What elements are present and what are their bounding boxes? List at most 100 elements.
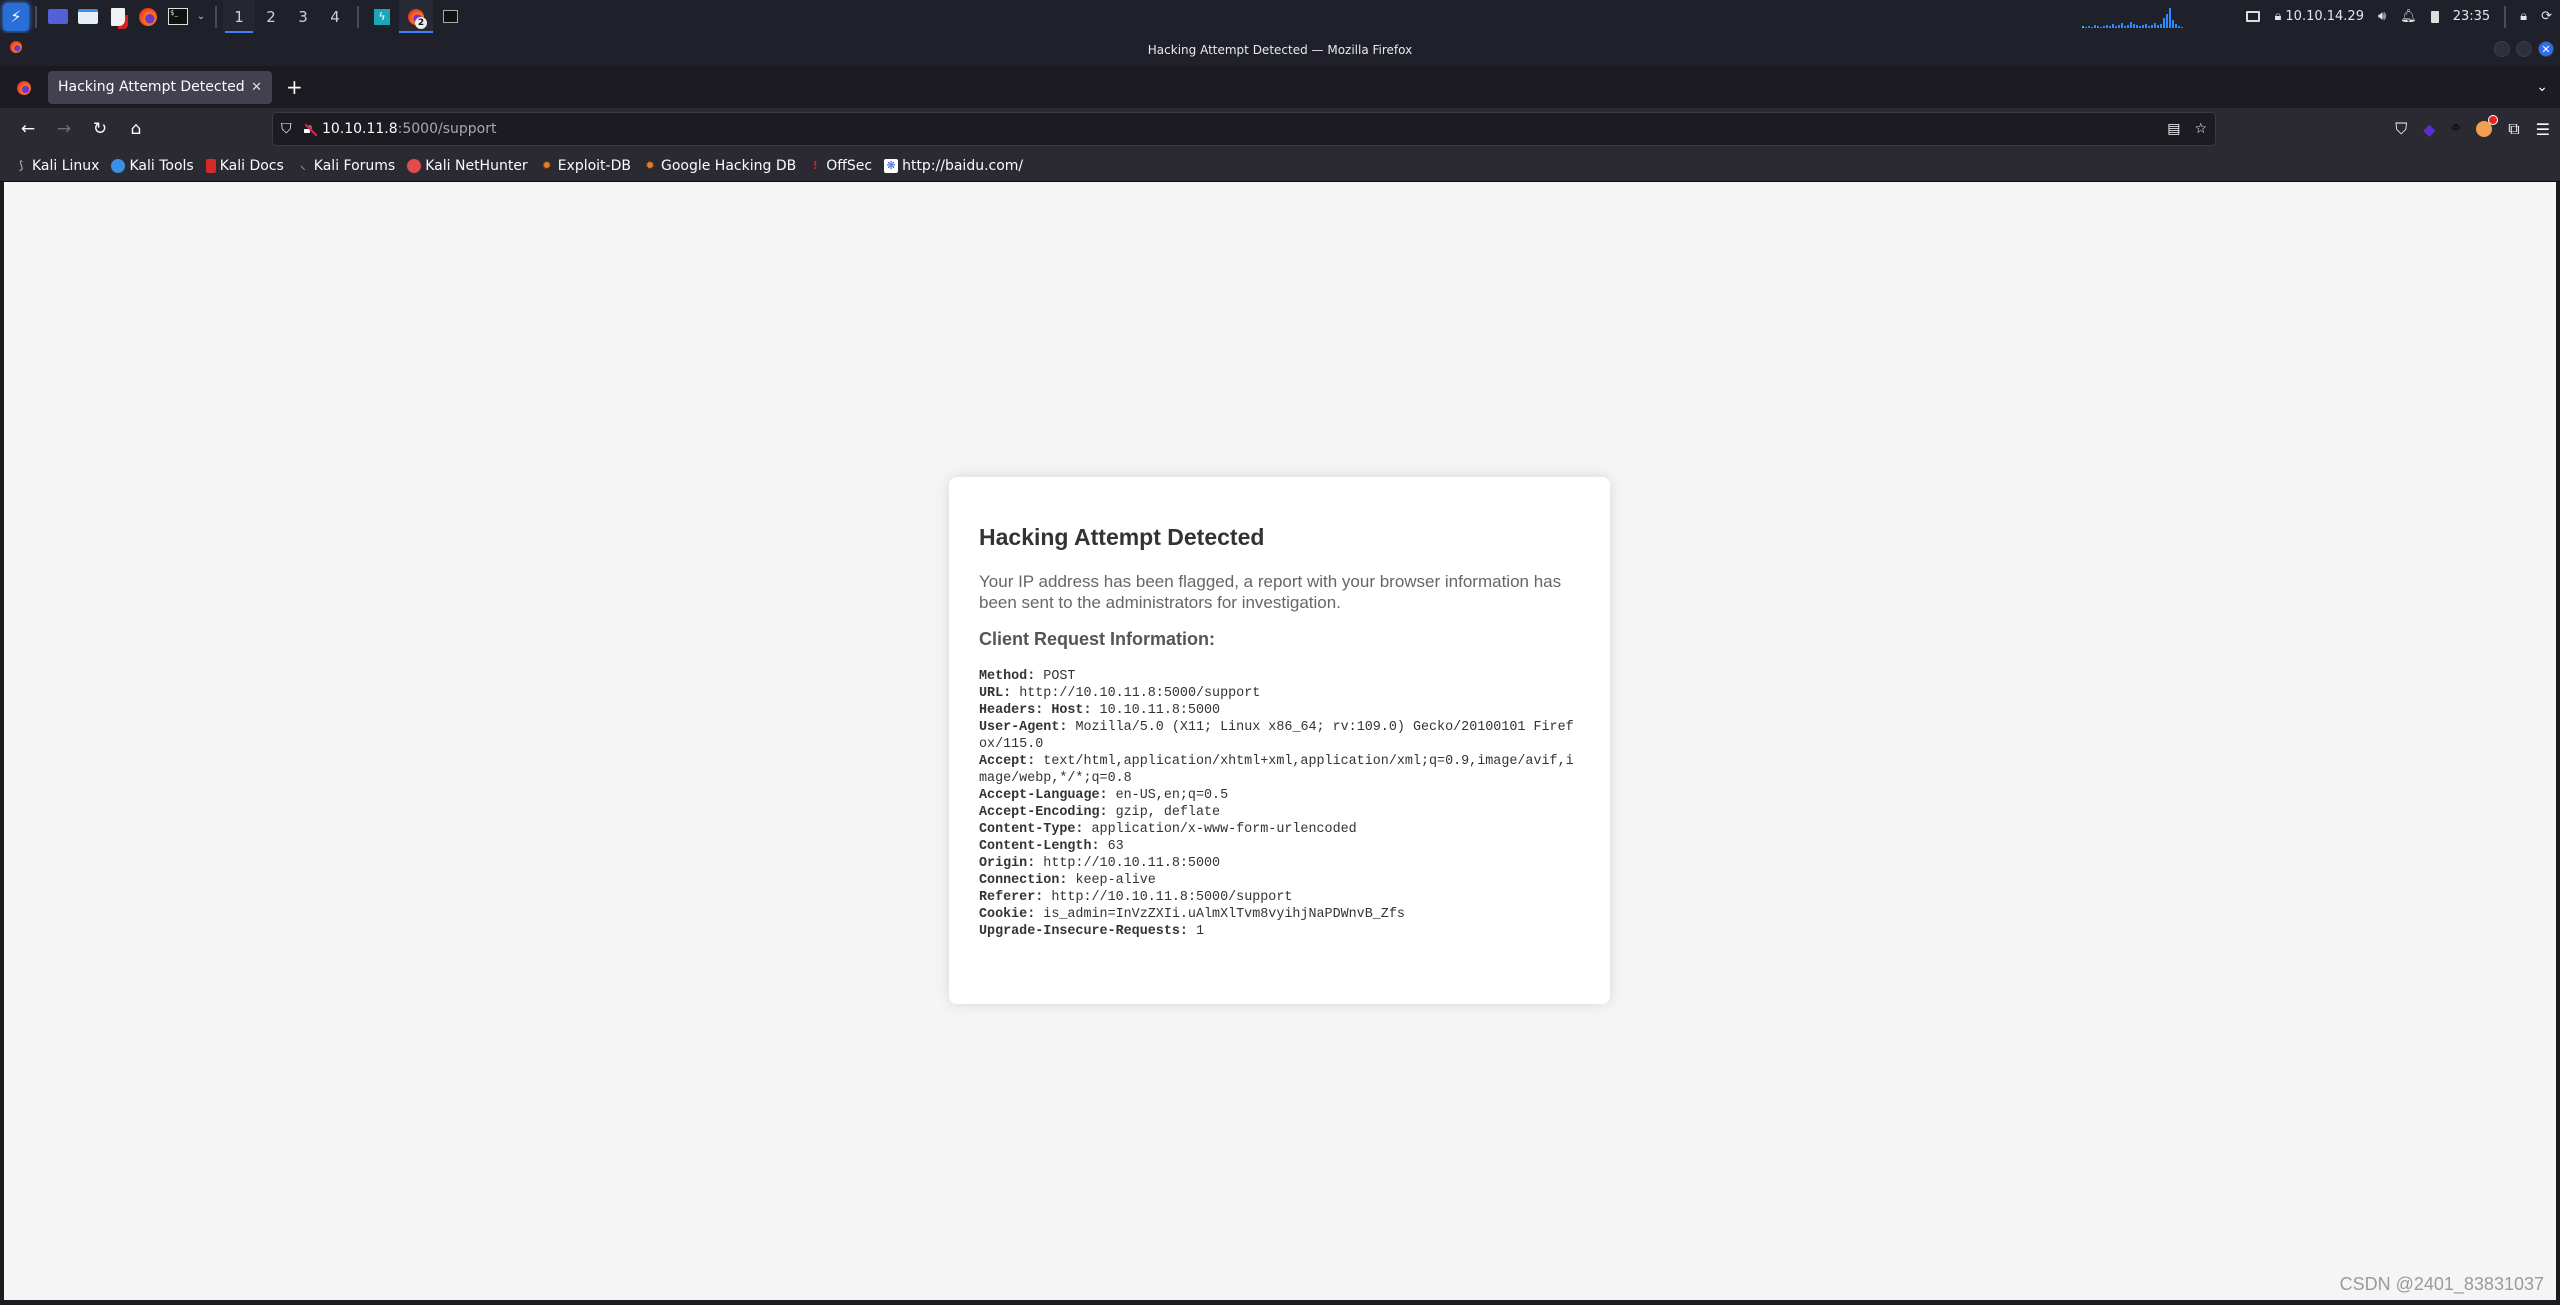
bookmark-star-icon[interactable]: ☆ — [2194, 121, 2207, 137]
request-info-line: Content-Length: 63 — [979, 838, 1580, 855]
minimize-button[interactable] — [2494, 41, 2510, 57]
bookmark-kali-forums[interactable]: ⸜ Kali Forums — [296, 158, 395, 174]
tracking-protection-shield-icon[interactable]: ⛉ — [281, 121, 292, 137]
bookmark-kali-docs[interactable]: Kali Docs — [205, 158, 284, 174]
window-controls: ✕ — [2494, 41, 2554, 57]
request-info-line: Connection: keep-alive — [979, 872, 1580, 889]
system-tray: 🔒︎ 10.10.14.29 🔊︎ 🔔︎ 23:35 🔒︎ ⟳ — [2082, 0, 2560, 33]
arrow-right-icon: → — [56, 119, 72, 139]
request-info-value: 1 — [1187, 924, 1205, 939]
request-info-value: http://10.10.11.8:5000/support — [1043, 890, 1293, 905]
workspace-4[interactable]: 4 — [319, 0, 351, 33]
bookmark-kali-linux[interactable]: ⟆ Kali Linux — [14, 158, 100, 174]
notification-bell-icon[interactable]: 🔔︎ — [2400, 9, 2417, 24]
ghdb-bug-icon: ✹ — [645, 158, 655, 172]
bookmark-offsec[interactable]: ! OffSec — [808, 158, 872, 174]
firefox-view-button[interactable] — [17, 81, 31, 95]
lock-screen-icon[interactable]: 🔒︎ — [2520, 9, 2527, 24]
alert-message: Your IP address has been flagged, a repo… — [979, 572, 1562, 612]
request-info-value: 10.10.11.8:5000 — [1091, 703, 1221, 718]
hamburger-menu-icon[interactable]: ☰ — [2536, 120, 2550, 139]
address-bar[interactable]: ⛉ 🔓︎ 10.10.11.8:5000/support ▤ ☆ — [272, 112, 2216, 146]
show-desktop-button[interactable] — [43, 0, 73, 33]
reload-icon: ↻ — [92, 119, 108, 139]
terminal-icon: $_ — [168, 8, 188, 25]
chevron-down-icon: ⌄ — [196, 11, 206, 22]
reload-button[interactable]: ↻ — [82, 111, 118, 147]
request-info-value: POST — [1035, 669, 1076, 684]
extensions-puzzle-icon[interactable]: ⧉ — [2508, 119, 2519, 139]
close-window-button[interactable]: ✕ — [2538, 41, 2554, 57]
maximize-button[interactable] — [2516, 41, 2532, 57]
taskbar-separator — [357, 5, 359, 28]
new-tab-button[interactable]: + — [286, 75, 303, 99]
terminal-launcher-button[interactable]: $_ — [163, 0, 193, 33]
file-manager-button[interactable] — [73, 0, 103, 33]
address-bar-actions: ▤ ☆ — [2167, 121, 2207, 137]
baidu-paw-icon: ❋ — [884, 158, 899, 173]
ip-address: 10.10.14.29 — [2285, 9, 2364, 24]
kali-docs-icon — [205, 158, 216, 173]
request-info-key: Referer: — [979, 890, 1044, 905]
clock[interactable]: 23:35 — [2453, 9, 2490, 24]
request-info-value: http://10.10.11.8:5000 — [1035, 856, 1221, 871]
network-vpn-indicator[interactable]: 🔒︎ 10.10.14.29 — [2274, 9, 2364, 24]
request-info-key: Accept-Language: — [979, 788, 1108, 803]
workspace-label: 2 — [266, 7, 276, 26]
request-info-value: is_admin=InVzZXIi.uAlmXlTvm8vyihjNaPDWnv… — [1035, 907, 1405, 922]
request-info-value: gzip, deflate — [1107, 805, 1221, 820]
firefox-launcher-button[interactable] — [133, 0, 163, 33]
task-firefox[interactable]: 2 — [399, 0, 433, 33]
pocket-icon[interactable]: ⛉ — [2395, 119, 2407, 139]
workspace-label: 4 — [330, 7, 340, 26]
request-info-line: Accept-Encoding: gzip, deflate — [979, 804, 1580, 821]
display-icon[interactable] — [2246, 11, 2261, 22]
home-button[interactable]: ⌂ — [118, 111, 154, 147]
battery-icon[interactable] — [2430, 10, 2439, 23]
workspace-3[interactable]: 3 — [287, 0, 319, 33]
bookmark-kali-tools[interactable]: Kali Tools — [111, 158, 194, 174]
bookmark-baidu[interactable]: ❋ http://baidu.com/ — [884, 158, 1023, 174]
home-icon: ⌂ — [130, 119, 142, 139]
tab-strip: Hacking Attempt Detected ✕ + ⌄ — [0, 66, 2560, 108]
window-frame-right — [2556, 182, 2560, 1305]
workspace-1[interactable]: 1 — [223, 0, 255, 33]
reader-view-icon[interactable]: ▤ — [2167, 121, 2180, 137]
bookmark-google-hacking-db[interactable]: ✹ Google Hacking DB — [643, 158, 796, 174]
desktop-icon — [48, 9, 68, 24]
workspace-2[interactable]: 2 — [255, 0, 287, 33]
text-editor-button[interactable] — [103, 0, 133, 33]
close-tab-icon[interactable]: ✕ — [251, 80, 262, 95]
terminal-icon — [442, 10, 458, 23]
navigation-toolbar: ← → ↻ ⌂ ⛉ 🔓︎ 10.10.11.8:5000/support ▤ ☆… — [0, 108, 2560, 150]
request-info-value: en-US,en;q=0.5 — [1107, 788, 1229, 803]
task-terminal[interactable] — [433, 0, 467, 33]
request-info-value: keep-alive — [1067, 873, 1156, 888]
list-all-tabs-button[interactable]: ⌄ — [2536, 79, 2548, 95]
window-count-badge: 2 — [415, 17, 427, 29]
wappalyzer-extension-icon[interactable]: ◆ — [2423, 120, 2435, 139]
kali-menu-button[interactable]: ⚡ — [3, 2, 29, 31]
request-info-line: Referer: http://10.10.11.8:5000/support — [979, 889, 1580, 906]
bookmark-label: Kali Forums — [313, 157, 396, 174]
blocked-badge-icon — [2488, 115, 2499, 125]
exploit-db-bug-icon: ✹ — [542, 158, 552, 172]
launcher-dropdown[interactable]: ⌄ — [193, 0, 209, 33]
arrow-left-icon: ← — [20, 119, 36, 139]
tab-hacking-attempt[interactable]: Hacking Attempt Detected ✕ — [48, 70, 272, 104]
bookmark-label: http://baidu.com/ — [902, 157, 1024, 174]
request-info-key: Origin: — [979, 856, 1036, 871]
logout-icon[interactable]: ⟳ — [2541, 9, 2552, 24]
request-info-line: Cookie: is_admin=InVzZXIi.uAlmXlTvm8vyih… — [979, 906, 1580, 923]
user-agent-switcher-hat-icon[interactable]: 🎩︎ — [2452, 120, 2461, 138]
forward-button[interactable]: → — [46, 111, 82, 147]
bookmark-exploit-db[interactable]: ✹ Exploit-DB — [540, 158, 631, 174]
task-burp[interactable]: ϟ — [365, 0, 399, 33]
back-button[interactable]: ← — [10, 111, 46, 147]
bookmark-kali-nethunter[interactable]: Kali NetHunter — [407, 158, 528, 174]
workspace-label: 3 — [298, 7, 308, 26]
volume-icon[interactable]: 🔊︎ — [2378, 9, 2386, 24]
insecure-lock-icon[interactable]: 🔓︎ — [304, 122, 317, 137]
burp-icon: ϟ — [374, 8, 390, 25]
foxyproxy-extension-icon[interactable] — [2476, 115, 2499, 137]
